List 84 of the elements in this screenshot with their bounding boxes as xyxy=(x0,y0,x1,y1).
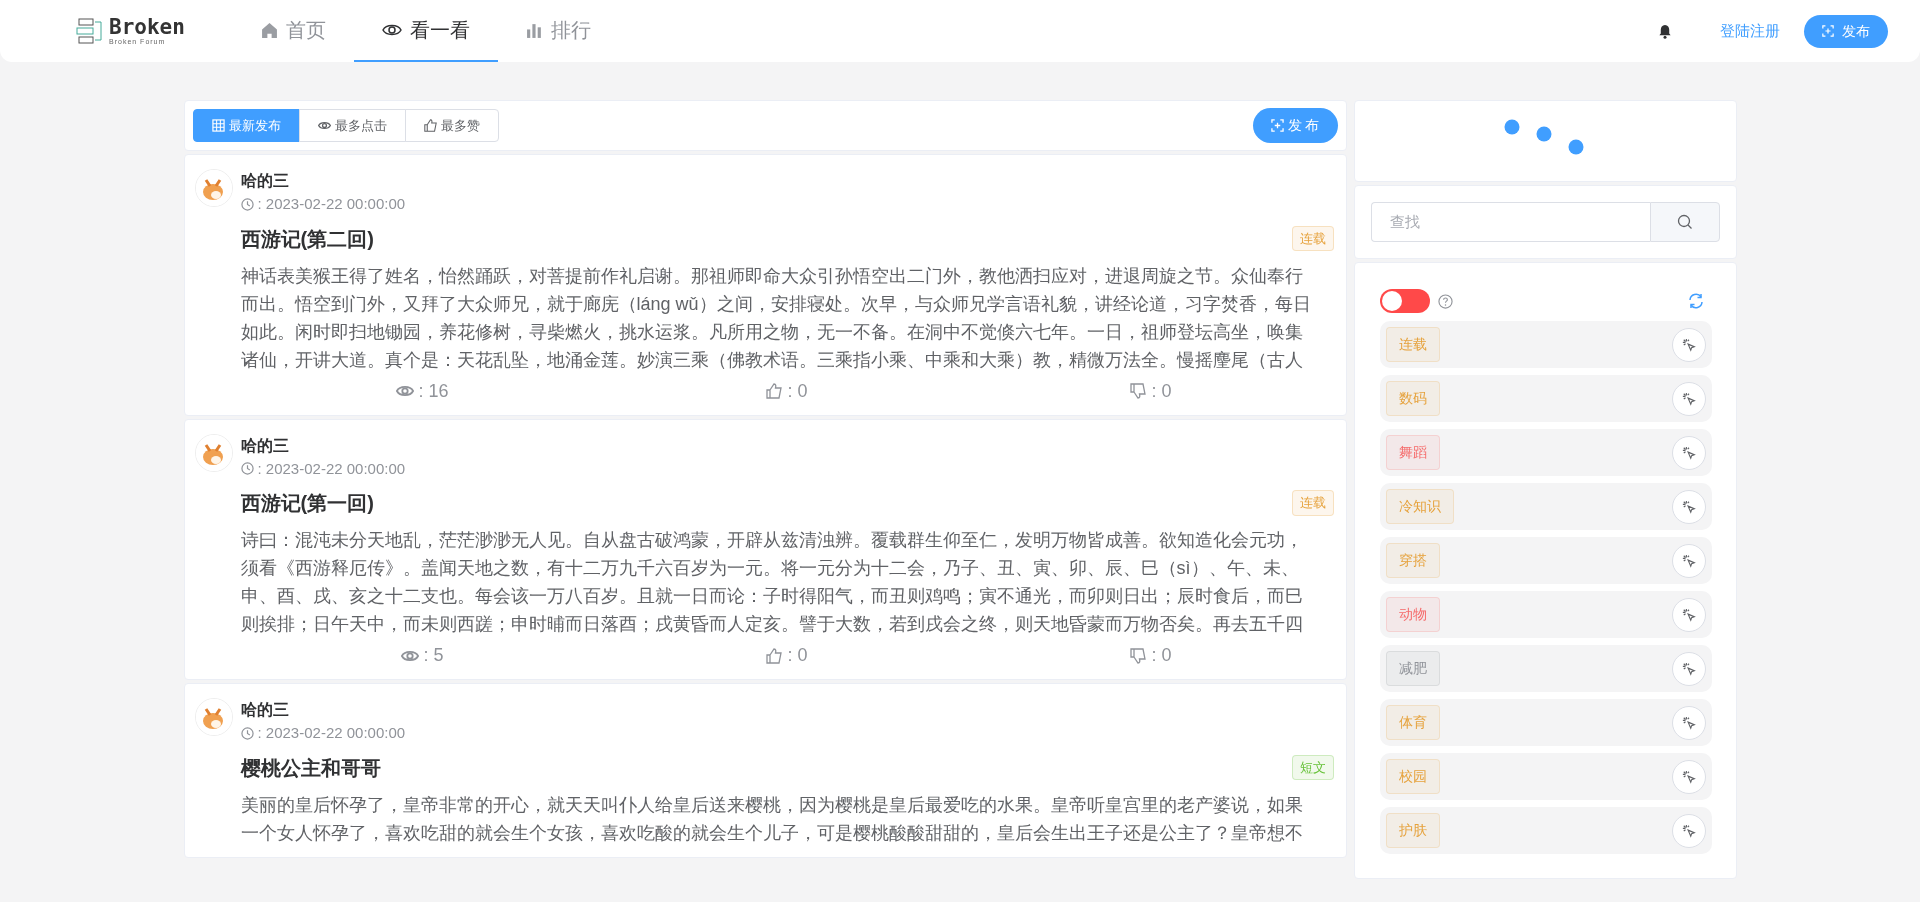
like-count: : 0 xyxy=(787,379,808,403)
cursor-click-icon xyxy=(1681,391,1696,406)
refresh-icon[interactable] xyxy=(1687,293,1704,309)
post-date: : 2023-02-22 00:00:00 xyxy=(257,194,406,214)
toggle-switch[interactable] xyxy=(1379,289,1430,313)
post-body: 美丽的皇后怀孕了，皇帝非常的开心，就天天叫仆人给皇后送来樱桃，因为樱桃是皇后最爱吃的水果。皇帝听皇宫里的老产婆说，如果一个女人怀孕了，喜欢吃甜的就会生个女孩，喜欢吃酸的就会生个儿子，可是樱桃酸酸甜甜的，皇后会生出王子还是公主了？皇帝想不 xyxy=(240,793,1304,845)
thumbs-up-icon xyxy=(423,119,437,132)
dislike-count: : 0 xyxy=(1151,644,1172,667)
nav-tab[interactable]: 首页 xyxy=(232,0,354,62)
clock-icon xyxy=(240,197,254,211)
cursor-click-icon xyxy=(1681,607,1696,622)
post-tag: 短文 xyxy=(1291,754,1334,781)
click-button[interactable] xyxy=(1671,543,1706,578)
post-body: 诗曰：混沌未分天地乱，茫茫渺渺无人见。自从盘古破鸿蒙，开辟从兹清浊辨。覆载群生仰至仁，发明万物皆成善。欲知造化会元功，须看《西游释厄传》。盖闻天地之数，有十二万九千六百岁为一元。将一元分为十二会，乃子、丑、寅、卯、辰、巳（sì）、午、未、申、酉、戌、亥之十二支也。每会该一万八百岁。且就一日而论：子时得阳气，而丑则鸡鸣；寅不通光，而卯则日出；辰时食后，而巳则挨排；日午天中，而未则西蹉；申时晡而日落酉；戌黄昏而人定亥。譬于大数，若到戌会之终，则天地昏蒙而万物否矣。再去五千四 xyxy=(240,529,1304,636)
click-button[interactable] xyxy=(1671,705,1706,740)
login-link[interactable]: 登陆注册 xyxy=(1720,19,1780,43)
post-tag: 连载 xyxy=(1291,490,1334,516)
scan-plus-icon xyxy=(1822,25,1834,37)
category-tag[interactable]: 舞蹈 xyxy=(1385,435,1440,470)
category-tag[interactable]: 校园 xyxy=(1385,759,1440,794)
post-body: 神话表美猴王得了姓名，怡然踊跃，对菩提前作礼启谢。那祖师即命大众引孙悟空出二门外，教他洒扫应对，进退周旋之节。众仙奉行而出。悟空到门外，又拜了大众师兄，就于廊庑（láng wǔ）之间，安排寝处。次早，与众师兄学言语礼貌，讲经论道，习字焚香，每日如此。闲时即扫地锄园，养花修树，寻柴燃火，挑水运浆。凡所用之物，无一不备。在洞中不觉倏六七年。一日，祖师登坛高坐，唤集诸仙，开讲大道。真个是：天花乱坠，地涌金莲。妙演三乘（佛教术语。三乘指小乘、中乘和大乘）教，精微万法全。慢摇麈尾（古人 xyxy=(240,264,1312,372)
category-tag[interactable]: 穿搭 xyxy=(1385,543,1440,578)
category-tag[interactable]: 减肥 xyxy=(1385,651,1440,686)
house-icon xyxy=(260,21,278,39)
clock-icon xyxy=(240,462,254,476)
clock-icon xyxy=(240,726,254,740)
click-button[interactable] xyxy=(1671,651,1706,686)
click-button[interactable] xyxy=(1671,597,1706,632)
search-button[interactable] xyxy=(1649,202,1720,242)
eye-icon[interactable] xyxy=(396,383,415,399)
cursor-click-icon xyxy=(1681,769,1696,784)
eye-icon xyxy=(317,120,331,131)
nav-tab[interactable]: 排行 xyxy=(497,0,619,62)
click-button[interactable] xyxy=(1671,327,1706,362)
click-button[interactable] xyxy=(1671,435,1706,470)
sort-tab[interactable]: 最多点击 xyxy=(298,108,406,143)
post-date: : 2023-02-22 00:00:00 xyxy=(257,723,406,743)
publish-button[interactable]: 发 布 xyxy=(1252,108,1338,143)
thumbs-up-icon[interactable] xyxy=(765,647,784,664)
click-button[interactable] xyxy=(1671,381,1706,416)
author-name: 哈的三 xyxy=(240,700,290,720)
thumbs-up-icon[interactable] xyxy=(765,383,784,399)
publish-button[interactable]: 发布 xyxy=(1804,14,1888,48)
like-count: : 0 xyxy=(787,644,808,667)
click-button[interactable] xyxy=(1671,489,1706,524)
category-tag[interactable]: 体育 xyxy=(1385,705,1440,740)
scan-plus-icon xyxy=(1270,119,1284,132)
cursor-click-icon xyxy=(1681,499,1696,514)
category-tag[interactable]: 动物 xyxy=(1385,597,1440,632)
post-date: : 2023-02-22 00:00:00 xyxy=(257,458,406,479)
view-count: : 16 xyxy=(418,379,449,403)
cursor-click-icon xyxy=(1681,823,1696,838)
thumbs-down-icon[interactable] xyxy=(1129,647,1148,664)
category-tag[interactable]: 连载 xyxy=(1385,327,1440,362)
search-field[interactable]: 查找 xyxy=(1370,202,1650,242)
dislike-count: : 0 xyxy=(1151,379,1172,403)
cursor-click-icon xyxy=(1681,337,1696,352)
category-tag[interactable]: 数码 xyxy=(1385,381,1440,416)
cursor-click-icon xyxy=(1681,445,1696,460)
author-name: 哈的三 xyxy=(240,171,290,191)
sort-tab[interactable]: 最新发布 xyxy=(192,108,300,143)
post-tag: 连载 xyxy=(1291,225,1334,252)
cursor-click-icon xyxy=(1681,661,1696,676)
thumbs-down-icon[interactable] xyxy=(1129,383,1148,399)
logo-icon xyxy=(75,17,105,45)
nav-tab[interactable]: 看一看 xyxy=(353,0,498,62)
click-button[interactable] xyxy=(1671,759,1706,794)
cursor-click-icon xyxy=(1681,553,1696,568)
grid-icon xyxy=(211,119,225,132)
logo-title: Broken xyxy=(109,17,185,38)
eye-icon xyxy=(381,22,402,38)
post-title: 西游记(第一回) xyxy=(240,491,374,516)
post-title: 樱桃公主和哥哥 xyxy=(240,755,381,781)
category-tag[interactable]: 护肤 xyxy=(1385,813,1440,848)
sort-tab[interactable]: 最多赞 xyxy=(404,108,499,143)
bar-chart-icon xyxy=(525,21,543,39)
author-name: 哈的三 xyxy=(240,435,290,456)
search-icon xyxy=(1676,214,1693,230)
post-title: 西游记(第二回) xyxy=(240,226,374,252)
cursor-click-icon xyxy=(1681,715,1696,730)
click-button[interactable] xyxy=(1671,813,1706,848)
view-count: : 5 xyxy=(423,644,444,667)
help-icon[interactable] xyxy=(1437,293,1453,309)
category-tag[interactable]: 冷知识 xyxy=(1385,489,1454,524)
